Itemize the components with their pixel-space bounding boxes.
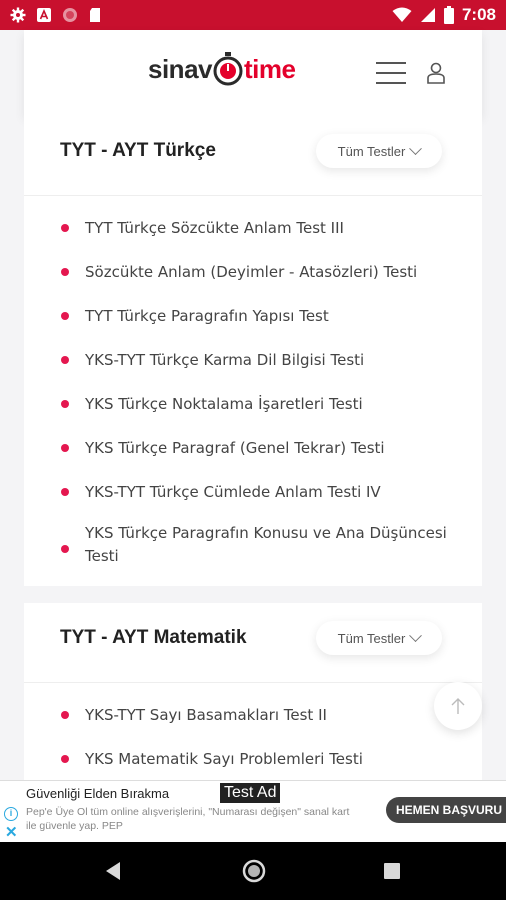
list-item[interactable]: YKS Türkçe Noktalama İşaretleri Testi — [24, 382, 482, 426]
filter-label: Tüm Testler — [337, 143, 406, 159]
user-icon[interactable] — [426, 62, 446, 84]
site-header: sinav time — [24, 30, 482, 116]
ad-text-line2: ile güvenle yap. PEP — [26, 820, 123, 832]
filter-dropdown[interactable]: Tüm Testler — [316, 621, 442, 655]
stopwatch-icon — [213, 52, 243, 86]
list-item[interactable]: YKS-TYT Türkçe Cümlede Anlam Testi IV — [24, 470, 482, 514]
test-list: YKS-TYT Sayı Basamakları Test II YKS Mat… — [24, 683, 482, 795]
system-nav-bar — [0, 842, 506, 900]
ad-text: Pep'e Üye Ol tüm online alışverişlerini,… — [26, 806, 350, 818]
chevron-down-icon — [409, 141, 423, 155]
ad-title: Güvenliği Elden Bırakma — [26, 786, 170, 801]
list-item[interactable]: YKS Türkçe Paragraf (Genel Tekrar) Testi — [24, 426, 482, 470]
filter-dropdown[interactable]: Tüm Testler — [316, 134, 442, 168]
bullet-icon — [61, 356, 69, 364]
section-matematik: TYT - AYT Matematik Tüm Testler YKS-TYT … — [24, 603, 482, 780]
status-bar: 7:08 — [0, 0, 506, 30]
bullet-icon — [61, 268, 69, 276]
arrow-up-icon — [451, 698, 465, 714]
bullet-icon — [61, 444, 69, 452]
info-icon[interactable]: i — [4, 807, 18, 821]
settings-icon — [10, 7, 26, 23]
signal-icon — [420, 8, 435, 22]
scroll-top-button[interactable] — [434, 682, 482, 730]
section-title: TYT - AYT Türkçe — [60, 140, 216, 161]
section-title: TYT - AYT Matematik — [60, 627, 247, 648]
home-icon[interactable] — [242, 859, 266, 883]
logo-text-left: sinav — [148, 53, 213, 84]
list-item[interactable]: Sözcükte Anlam (Deyimler - Atasözleri) T… — [24, 250, 482, 294]
list-item[interactable]: YKS-TYT Sayı Basamakları Test II — [24, 693, 482, 737]
list-item[interactable]: TYT Türkçe Sözcükte Anlam Test III — [24, 206, 482, 250]
bullet-icon — [61, 312, 69, 320]
menu-icon[interactable] — [376, 62, 406, 84]
bullet-icon — [61, 711, 69, 719]
battery-icon — [443, 6, 454, 24]
chevron-down-icon — [409, 628, 423, 642]
bullet-icon — [61, 224, 69, 232]
section-header: TYT - AYT Türkçe Tüm Testler — [24, 116, 482, 196]
close-icon[interactable]: ✕ — [5, 823, 18, 841]
record-icon — [63, 8, 77, 22]
ad-cta-button[interactable]: HEMEN BAŞVURU — [386, 797, 506, 823]
recents-icon[interactable] — [384, 863, 400, 879]
wifi-icon — [392, 7, 412, 22]
list-item[interactable]: YKS Türkçe Paragrafın Konusu ve Ana Düşü… — [24, 514, 482, 576]
list-item[interactable]: TYT Türkçe Paragrafın Yapısı Test — [24, 294, 482, 338]
back-icon[interactable] — [104, 861, 122, 881]
bullet-icon — [61, 488, 69, 496]
logo-text-right: time — [244, 53, 296, 84]
bullet-icon — [61, 755, 69, 763]
ad-banner[interactable]: Güvenliği Elden Bırakma Test Ad i ✕ Pep'… — [0, 780, 506, 842]
test-list: TYT Türkçe Sözcükte Anlam Test III Sözcü… — [24, 196, 482, 590]
site-logo[interactable]: sinav time — [148, 44, 296, 94]
sd-card-icon — [90, 8, 100, 22]
bullet-icon — [61, 545, 69, 553]
filter-label: Tüm Testler — [337, 630, 406, 646]
list-item[interactable]: YKS Matematik Sayı Problemleri Testi — [24, 737, 482, 781]
list-item[interactable]: YKS-TYT Türkçe Karma Dil Bilgisi Testi — [24, 338, 482, 382]
app-a-icon — [37, 8, 51, 22]
ad-test-tag: Test Ad — [220, 783, 281, 803]
section-turkce: TYT - AYT Türkçe Tüm Testler TYT Türkçe … — [24, 116, 482, 586]
status-time: 7:08 — [461, 5, 496, 24]
bullet-icon — [61, 400, 69, 408]
section-header: TYT - AYT Matematik Tüm Testler — [24, 603, 482, 683]
